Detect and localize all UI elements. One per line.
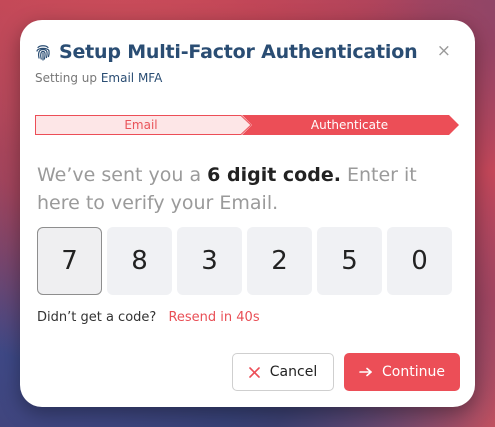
subtitle-prefix: Setting up (35, 71, 98, 85)
dialog-title: Setup Multi-Factor Authentication (59, 41, 418, 63)
otp-digit-3[interactable]: 3 (177, 227, 242, 295)
otp-digit-1[interactable]: 7 (37, 227, 102, 295)
dialog-header: Setup Multi-Factor Authentication (35, 40, 418, 64)
mfa-dialog: Setup Multi-Factor Authentication × Sett… (20, 20, 475, 407)
instruction-text: We’ve sent you a 6 digit code. Enter it … (37, 161, 447, 217)
otp-digit-4[interactable]: 2 (247, 227, 312, 295)
otp-digit-6[interactable]: 0 (387, 227, 452, 295)
otp-digit-2[interactable]: 8 (107, 227, 172, 295)
cancel-label: Cancel (269, 364, 318, 380)
fingerprint-icon (35, 43, 51, 61)
subtitle-method: Email MFA (100, 71, 163, 85)
stepper: Email Authenticate (35, 115, 459, 135)
otp-input-group: 7 8 3 2 5 0 (37, 227, 452, 295)
instruction-emphasis: 6 digit code. (207, 164, 341, 186)
resend-row: Didn’t get a code? Resend in 40s (37, 310, 260, 325)
resend-link[interactable]: Resend in 40s (168, 310, 259, 325)
step-authenticate: Authenticate (310, 118, 389, 132)
continue-button[interactable]: Continue (344, 353, 460, 391)
step-email: Email (124, 118, 158, 132)
arrow-right-icon (359, 367, 372, 377)
cancel-button[interactable]: Cancel (232, 353, 334, 391)
continue-label: Continue (382, 364, 445, 380)
resend-question: Didn’t get a code? (37, 310, 157, 325)
dialog-subtitle: Setting up Email MFA (35, 71, 162, 85)
otp-digit-5[interactable]: 5 (317, 227, 382, 295)
x-icon (248, 366, 260, 378)
instruction-lead: We’ve sent you a (37, 164, 202, 186)
close-icon[interactable]: × (437, 42, 451, 60)
